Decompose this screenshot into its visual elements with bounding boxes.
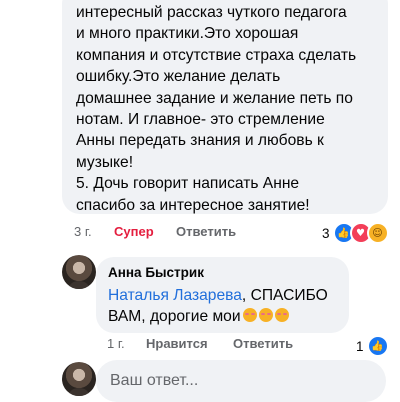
comment-bubble: интересный рассказ чуткого педагога и мн…: [62, 0, 388, 214]
reply-reaction-count: 1: [356, 338, 364, 354]
reply-text-rest: , СПАСИБО: [241, 287, 328, 304]
reply-text: Наталья Лазарева, СПАСИБО ВАМ, дорогие м…: [108, 286, 337, 327]
reply-timestamp[interactable]: 1 г.: [107, 336, 125, 351]
reply-like-button[interactable]: Нравится: [146, 336, 208, 351]
smiling-face-with-hearts-icon: [274, 307, 289, 322]
comment-reaction-count: 3: [322, 225, 330, 241]
reply-text-line2: ВАМ, дорогие мои: [108, 307, 241, 325]
comment-reply-button[interactable]: Ответить: [176, 224, 236, 239]
care-icon: ☺: [366, 222, 389, 244]
reply-bubble: Анна Быстрик Наталья Лазарева, СПАСИБО В…: [96, 257, 349, 333]
reply-input[interactable]: [96, 360, 386, 402]
smiling-face-with-hearts-icon: [242, 307, 257, 322]
comment-timestamp[interactable]: 3 г.: [74, 224, 92, 239]
mention-link[interactable]: Наталья Лазарева: [108, 287, 242, 304]
comment-reactions[interactable]: 3 👍 ♥ ☺: [322, 222, 389, 244]
like-icon: 👍: [366, 335, 389, 357]
comment-text: интересный рассказ чуткого педагога и мн…: [76, 4, 357, 214]
smiling-face-with-hearts-icon: [258, 307, 273, 322]
avatar[interactable]: [62, 362, 96, 396]
super-reaction-button[interactable]: Супер: [114, 224, 154, 239]
avatar[interactable]: [62, 255, 96, 289]
reply-reply-button[interactable]: Ответить: [233, 336, 293, 351]
reply-reactions[interactable]: 1 👍: [356, 335, 389, 357]
reply-author[interactable]: Анна Быстрик: [108, 265, 337, 280]
